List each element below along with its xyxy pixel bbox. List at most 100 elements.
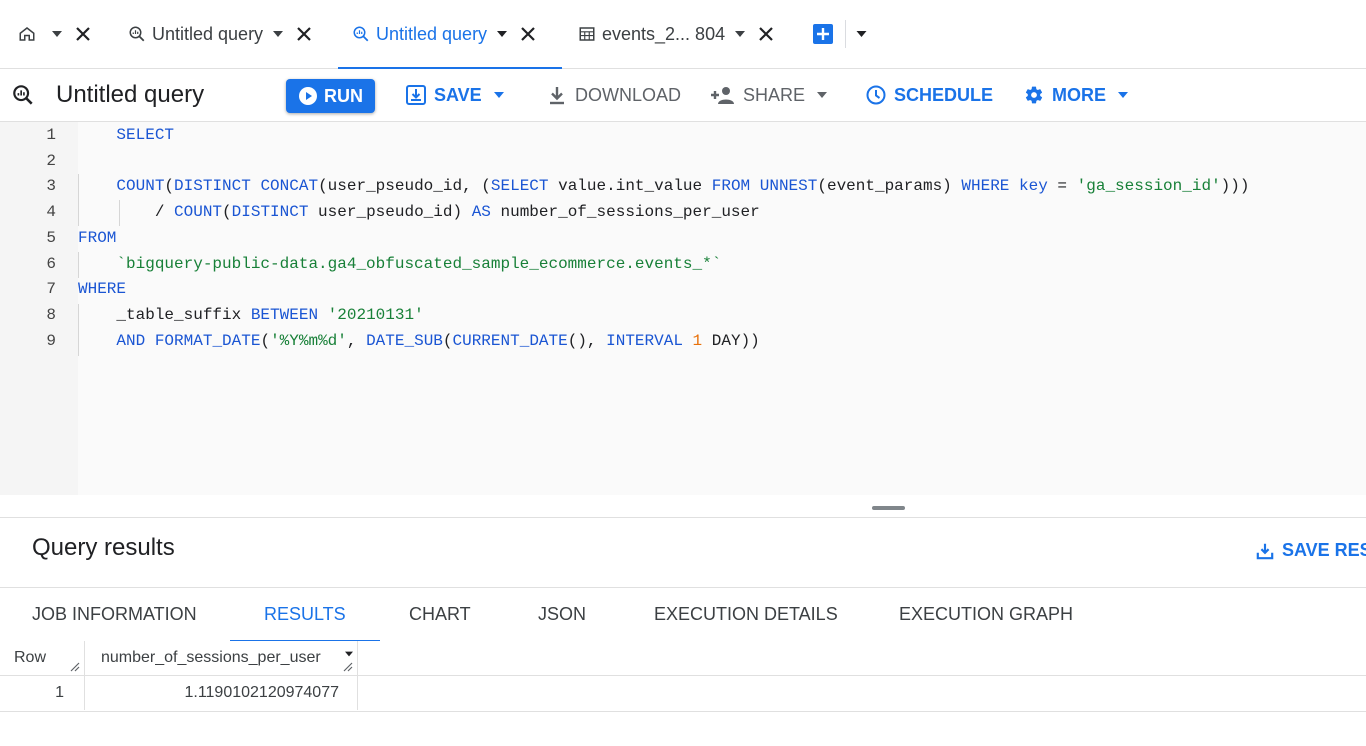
chevron-down-icon[interactable]: [52, 31, 62, 37]
code-token: (: [164, 177, 175, 196]
tab-json[interactable]: JSON: [538, 588, 586, 641]
results-table: Row number_of_sessions_per_user 1 1.1190…: [0, 641, 1366, 712]
chevron-down-icon: [1118, 92, 1128, 98]
code-token: (),: [567, 331, 607, 350]
chevron-down-icon[interactable]: [735, 31, 746, 37]
table-row: 1 1.1190102120974077: [0, 676, 1366, 712]
save-results-label: SAVE RES: [1282, 540, 1366, 560]
close-icon[interactable]: [521, 27, 535, 41]
share-button[interactable]: SHARE: [711, 69, 828, 121]
code-token-kw: FROM: [78, 228, 117, 247]
code-token: (event_params): [817, 177, 962, 196]
code-token-kw: SELECT: [116, 126, 175, 144]
code-token-kw: DISTINCT: [231, 203, 309, 222]
code-token: (user_pseudo_id, (: [318, 177, 491, 196]
tab-results[interactable]: RESULTS: [230, 588, 380, 642]
code-line[interactable]: WHERE: [78, 276, 126, 302]
close-icon[interactable]: [76, 27, 90, 41]
line-number: 8: [46, 305, 56, 324]
chevron-down-icon[interactable]: [856, 31, 867, 37]
download-button[interactable]: DOWNLOAD: [547, 69, 681, 121]
add-person-icon: [711, 85, 735, 105]
more-button[interactable]: MORE: [1024, 69, 1128, 121]
tab-label: Untitled query: [152, 23, 264, 44]
column-header-row[interactable]: Row: [0, 641, 84, 675]
code-token-kw: DISTINCT: [174, 177, 251, 196]
code-token-kw: AND: [116, 331, 146, 350]
code-token-str: `bigquery-public-data.ga4_obfuscated_sam…: [116, 254, 722, 273]
code-line[interactable]: COUNT(DISTINCT CONCAT(user_pseudo_id, (S…: [78, 173, 1249, 199]
close-icon[interactable]: [759, 27, 773, 41]
tab-chart[interactable]: CHART: [409, 588, 471, 641]
code-token: _table_suffix: [78, 305, 251, 324]
code-line[interactable]: `bigquery-public-data.ga4_obfuscated_sam…: [78, 251, 721, 277]
column-header-label: number_of_sessions_per_user: [101, 649, 321, 666]
query-toolbar: Untitled query RUN SAVE DOWNLOAD SHARE S…: [0, 69, 1366, 122]
code-line[interactable]: SELECT: [78, 122, 174, 148]
query-icon: [128, 25, 146, 43]
new-tab-button[interactable]: [813, 0, 867, 68]
tab-execution-details[interactable]: EXECUTION DETAILS: [654, 588, 838, 641]
code-token-str: '20210131': [327, 305, 424, 324]
column-header-number-of-sessions-per-user[interactable]: number_of_sessions_per_user: [84, 641, 358, 675]
code-token-fn: FORMAT_DATE: [154, 331, 261, 350]
code-token-fn: CURRENT_DATE: [452, 331, 568, 350]
code-token-num: 1: [692, 331, 703, 350]
line-number: 6: [46, 254, 56, 273]
tab-label: Untitled query: [376, 23, 488, 44]
code-token: ))): [1220, 177, 1250, 196]
code-token: (: [222, 203, 232, 222]
add-box-icon: [813, 24, 833, 44]
query-title: Untitled query: [12, 69, 204, 121]
code-token-kw: SELECT: [490, 177, 549, 196]
code-line[interactable]: _table_suffix BETWEEN '20210131': [78, 302, 424, 328]
resize-handle-icon[interactable]: [70, 662, 80, 672]
save-results-button[interactable]: SAVE RES: [1256, 540, 1366, 561]
code-line[interactable]: / COUNT(DISTINCT user_pseudo_id) AS numb…: [78, 199, 760, 225]
run-button[interactable]: RUN: [286, 79, 375, 113]
tab-job-information[interactable]: JOB INFORMATION: [32, 588, 197, 641]
panel-resize-handle[interactable]: [0, 495, 1366, 518]
sql-editor[interactable]: 123456789 SELECT COUNT(DISTINCT CONCAT(u…: [0, 122, 1366, 495]
code-token-kw: INTERVAL: [606, 331, 683, 350]
clock-icon: [866, 85, 886, 105]
tab-home[interactable]: [18, 0, 90, 68]
code-token: ,: [346, 331, 367, 350]
query-icon: [352, 25, 370, 43]
code-line[interactable]: AND FORMAT_DATE('%Y%m%d', DATE_SUB(CURRE…: [78, 328, 759, 354]
code-token: /: [78, 203, 175, 222]
save-icon: [406, 85, 426, 105]
code-token-kw: WHERE: [78, 280, 127, 299]
sort-arrow-icon[interactable]: [345, 651, 353, 657]
chevron-down-icon[interactable]: [497, 31, 508, 37]
code-line[interactable]: FROM: [78, 225, 116, 251]
run-label: RUN: [324, 85, 363, 106]
tab-execution-graph[interactable]: EXECUTION GRAPH: [899, 588, 1073, 641]
drag-handle-icon[interactable]: [872, 506, 905, 510]
schedule-button[interactable]: SCHEDULE: [866, 69, 993, 121]
tab-untitled-query-2[interactable]: Untitled query: [338, 0, 562, 69]
chevron-down-icon: [493, 92, 504, 98]
tab-untitled-query-1[interactable]: Untitled query: [128, 0, 311, 68]
line-number: 2: [46, 151, 56, 170]
close-icon[interactable]: [297, 27, 311, 41]
resize-handle-icon[interactable]: [343, 662, 353, 672]
save-button[interactable]: SAVE: [406, 69, 504, 121]
chevron-down-icon[interactable]: [273, 31, 284, 37]
save-icon: [1256, 542, 1274, 560]
line-number: 1: [46, 126, 56, 144]
tab-divider: [845, 20, 846, 48]
home-icon: [18, 25, 36, 43]
code-token-kw: WHERE: [961, 177, 1010, 196]
line-number: 7: [46, 280, 56, 299]
save-label: SAVE: [434, 84, 482, 105]
code-token-kw: AS: [471, 203, 491, 222]
column-header-label: Row: [14, 649, 47, 666]
tab-events-table[interactable]: events_2... 804: [578, 0, 773, 68]
